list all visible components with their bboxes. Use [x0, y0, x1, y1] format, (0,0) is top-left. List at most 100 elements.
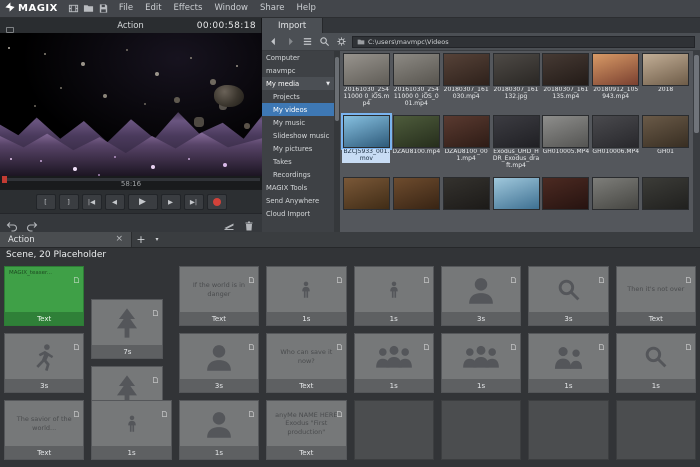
file-name: 20180307_161132.jpg: [492, 87, 540, 101]
tree-item-my-music[interactable]: My music: [262, 116, 334, 129]
file-item[interactable]: DZAU8100.mp4: [392, 115, 441, 177]
file-item[interactable]: 2018: [641, 53, 690, 115]
storyboard-tile-6[interactable]: 3s: [441, 266, 521, 326]
video-viewport[interactable]: [0, 33, 262, 176]
menu-window[interactable]: Window: [208, 0, 254, 17]
menu-file[interactable]: File: [113, 0, 139, 17]
file-item[interactable]: [442, 177, 491, 232]
file-item[interactable]: 20161030_25411000 0_iOS_001.mp4: [392, 53, 441, 115]
tree-item-takes[interactable]: Takes: [262, 155, 334, 168]
tree-item-my-media[interactable]: My media▼: [262, 77, 334, 90]
menu-effects[interactable]: Effects: [168, 0, 209, 17]
scrub-bar[interactable]: 58:16: [0, 176, 262, 189]
film-icon[interactable]: [66, 2, 81, 15]
forward-icon[interactable]: [284, 35, 297, 48]
add-tab-button[interactable]: +: [132, 232, 150, 247]
file-thumbnail: [642, 115, 689, 148]
storyboard-tile-13[interactable]: 1s: [354, 333, 434, 393]
storyboard-tile-7[interactable]: 3s: [528, 266, 608, 326]
file-item[interactable]: GH010005.MP4: [541, 115, 590, 177]
tree-scrollbar-thumb[interactable]: [335, 57, 339, 121]
file-item[interactable]: [591, 177, 640, 232]
range-in-button[interactable]: [: [36, 194, 56, 210]
file-item[interactable]: [392, 177, 441, 232]
storyboard-tile-3[interactable]: If the world is in dangerText: [179, 266, 259, 326]
tree-item-send-anywhere[interactable]: Send Anywhere: [262, 194, 334, 207]
file-thumbnail: [443, 177, 490, 210]
tree-item-slideshow-music[interactable]: Slideshow music: [262, 129, 334, 142]
menu-share[interactable]: Share: [254, 0, 291, 17]
storyboard-tabbar: Action × + ▾: [0, 232, 700, 248]
file-item[interactable]: Exodus_UHD_HDR_Exodus_draft.mp4: [492, 115, 541, 177]
file-thumbnail: [493, 115, 540, 148]
file-item[interactable]: 20180307_161135.mp4: [541, 53, 590, 115]
storyboard-tile-14[interactable]: 1s: [441, 333, 521, 393]
file-item[interactable]: 20161030_25411000 0_iOS.mp4: [342, 53, 391, 115]
file-item[interactable]: GH01: [641, 115, 690, 177]
storyboard-tile-5[interactable]: 1s: [354, 266, 434, 326]
tile-corner-icon: [685, 269, 692, 277]
undo-icon[interactable]: [6, 217, 19, 230]
storyboard-tile-9[interactable]: 3s: [4, 333, 84, 393]
tree-item-magix-tools[interactable]: MAGIX Tools: [262, 181, 334, 194]
import-vertical-scrollbar[interactable]: [693, 51, 700, 232]
record-button[interactable]: [207, 194, 227, 210]
redo-icon[interactable]: [26, 217, 39, 230]
file-item[interactable]: DZAU8100_001.mp4: [442, 115, 491, 177]
jump-end-button[interactable]: ▶|: [184, 194, 204, 210]
file-item[interactable]: [342, 177, 391, 232]
tree-item-recordings[interactable]: Recordings: [262, 168, 334, 181]
file-item[interactable]: BZCJ5933_001.mov: [342, 115, 391, 177]
tree-item-mavmpc[interactable]: mavmpc: [262, 64, 334, 77]
list-icon[interactable]: [301, 35, 314, 48]
folder-icon[interactable]: [81, 2, 96, 15]
storyboard-tile-12[interactable]: Who can save it now?Text: [266, 333, 346, 393]
file-item[interactable]: GH010006.MP4: [591, 115, 640, 177]
file-item[interactable]: [541, 177, 590, 232]
storyboard-tile-19[interactable]: 1s: [179, 400, 259, 460]
storyboard-tile-17[interactable]: The savior of the world...Text: [4, 400, 84, 460]
tree-item-projects[interactable]: Projects: [262, 90, 334, 103]
import-toolbar: C:\users\mavmpc\Videos: [262, 33, 700, 51]
tile-corner-icon: [73, 269, 80, 277]
file-item[interactable]: 20180912_105943.mp4: [591, 53, 640, 115]
storyboard-tile-15[interactable]: 1s: [528, 333, 608, 393]
gear-icon[interactable]: [335, 35, 348, 48]
tab-close-icon[interactable]: ×: [115, 235, 123, 244]
storyboard-tile-18[interactable]: 1s: [91, 400, 171, 460]
tab-import[interactable]: Import: [262, 18, 323, 33]
tree-item-my-videos[interactable]: My videos: [262, 103, 334, 116]
delete-icon[interactable]: [243, 217, 256, 230]
file-thumbnail: [393, 177, 440, 210]
storyboard-tile-11[interactable]: 3s: [179, 333, 259, 393]
storyboard-tile-4[interactable]: 1s: [266, 266, 346, 326]
menu-edit[interactable]: Edit: [139, 0, 167, 17]
frame-back-button[interactable]: ◀: [105, 194, 125, 210]
tab-action[interactable]: Action ×: [0, 232, 132, 247]
tab-dropdown-button[interactable]: ▾: [150, 232, 164, 247]
tree-item-my-pictures[interactable]: My pictures: [262, 142, 334, 155]
search-icon[interactable]: [318, 35, 331, 48]
split-icon[interactable]: [223, 217, 236, 230]
storyboard-tile-1[interactable]: MAGIX_teaser...Text: [4, 266, 84, 326]
file-item[interactable]: [641, 177, 690, 232]
play-button[interactable]: ▶: [128, 194, 158, 210]
jump-start-button[interactable]: |◀: [82, 194, 102, 210]
path-field[interactable]: C:\users\mavmpc\Videos: [352, 36, 695, 48]
storyboard-tile-8[interactable]: Then it's not overText: [616, 266, 696, 326]
back-icon[interactable]: [267, 35, 280, 48]
file-grid: 20161030_25411000 0_iOS.mp420161030_2541…: [340, 51, 693, 232]
save-icon[interactable]: [96, 2, 111, 15]
import-scrollbar-thumb[interactable]: [694, 55, 699, 133]
tree-item-computer[interactable]: Computer: [262, 51, 334, 64]
storyboard-tile-2[interactable]: 7s: [91, 299, 163, 359]
frame-forward-button[interactable]: ▶: [161, 194, 181, 210]
storyboard-tile-20[interactable]: anyMe NAME HERE Exodus "First production…: [266, 400, 346, 460]
range-out-button[interactable]: ]: [59, 194, 79, 210]
file-item[interactable]: 20180307_161132.jpg: [492, 53, 541, 115]
storyboard-tile-16[interactable]: 1s: [616, 333, 696, 393]
file-item[interactable]: [492, 177, 541, 232]
menu-help[interactable]: Help: [291, 0, 322, 17]
tree-item-cloud-import[interactable]: Cloud Import: [262, 207, 334, 220]
file-item[interactable]: 20180307_161030.mp4: [442, 53, 491, 115]
